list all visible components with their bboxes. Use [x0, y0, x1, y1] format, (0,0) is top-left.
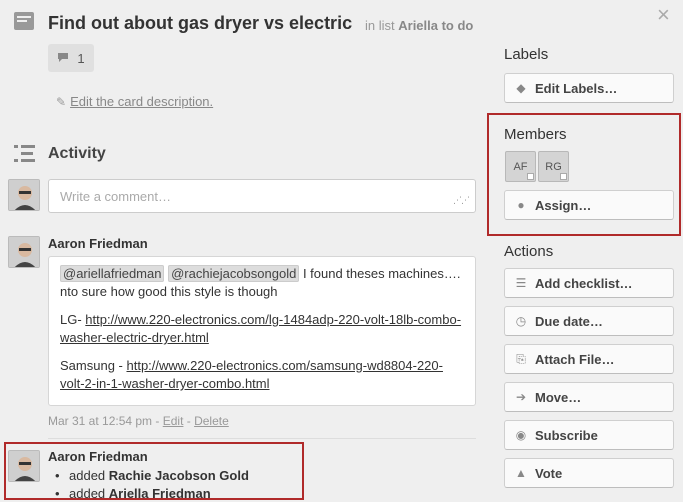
comment-input[interactable]: Write a comment… ⋰⋰: [48, 179, 476, 213]
card-title[interactable]: Find out about gas dryer vs electric: [48, 13, 352, 34]
card-icon: [14, 12, 34, 30]
checklist-icon: ☰: [515, 276, 527, 290]
tag-icon: ◆: [516, 81, 526, 95]
comment-body: @ariellafriedman @rachiejacobsongold I f…: [48, 256, 476, 406]
comment-meta: Mar 31 at 12:54 pm - Edit - Delete: [48, 414, 229, 428]
labels-heading: Labels: [504, 46, 549, 63]
comment-count-badge: 1: [48, 44, 94, 72]
arrow-right-icon: ➔: [515, 390, 527, 404]
move-button[interactable]: ➔ Move…: [504, 382, 674, 412]
clock-icon: ◷: [515, 314, 527, 328]
comment-author[interactable]: Aaron Friedman: [48, 236, 148, 251]
mention-ariella[interactable]: @ariellafriedman: [60, 265, 165, 282]
resize-grip-icon[interactable]: ⋰⋰: [453, 195, 470, 206]
eye-icon: ◉: [515, 428, 527, 442]
vote-button[interactable]: ▲ Vote: [504, 458, 674, 488]
mention-rachie[interactable]: @rachiejacobsongold: [168, 265, 300, 282]
thumbs-up-icon: ▲: [515, 466, 527, 480]
paperclip-icon: ⎘: [516, 351, 526, 366]
highlight-box: [4, 442, 304, 500]
edit-comment-link[interactable]: Edit: [163, 414, 184, 428]
highlight-box: [487, 113, 681, 236]
avatar: [8, 179, 40, 211]
close-icon[interactable]: ×: [657, 4, 670, 26]
edit-description-link[interactable]: ✎ Edit the card description.: [56, 94, 213, 109]
divider: [48, 438, 476, 439]
actions-heading: Actions: [504, 243, 554, 260]
activity-heading: Activity: [48, 145, 106, 162]
attach-file-button[interactable]: ⎘ Attach File…: [504, 344, 674, 374]
avatar: [8, 236, 40, 268]
add-checklist-button[interactable]: ☰ Add checklist…: [504, 268, 674, 298]
lg-link[interactable]: http://www.220-electronics.com/lg-1484ad…: [60, 312, 461, 345]
activity-icon: [14, 145, 36, 163]
comment-icon: [57, 51, 69, 66]
edit-labels-button[interactable]: ◆ Edit Labels…: [504, 73, 674, 103]
comment-count: 1: [77, 50, 85, 66]
in-list-label: in list Ariella to do: [365, 18, 474, 33]
list-name-link[interactable]: Ariella to do: [398, 18, 473, 33]
delete-comment-link[interactable]: Delete: [194, 414, 229, 428]
pencil-icon: ✎: [56, 95, 67, 109]
due-date-button[interactable]: ◷ Due date…: [504, 306, 674, 336]
subscribe-button[interactable]: ◉ Subscribe: [504, 420, 674, 450]
